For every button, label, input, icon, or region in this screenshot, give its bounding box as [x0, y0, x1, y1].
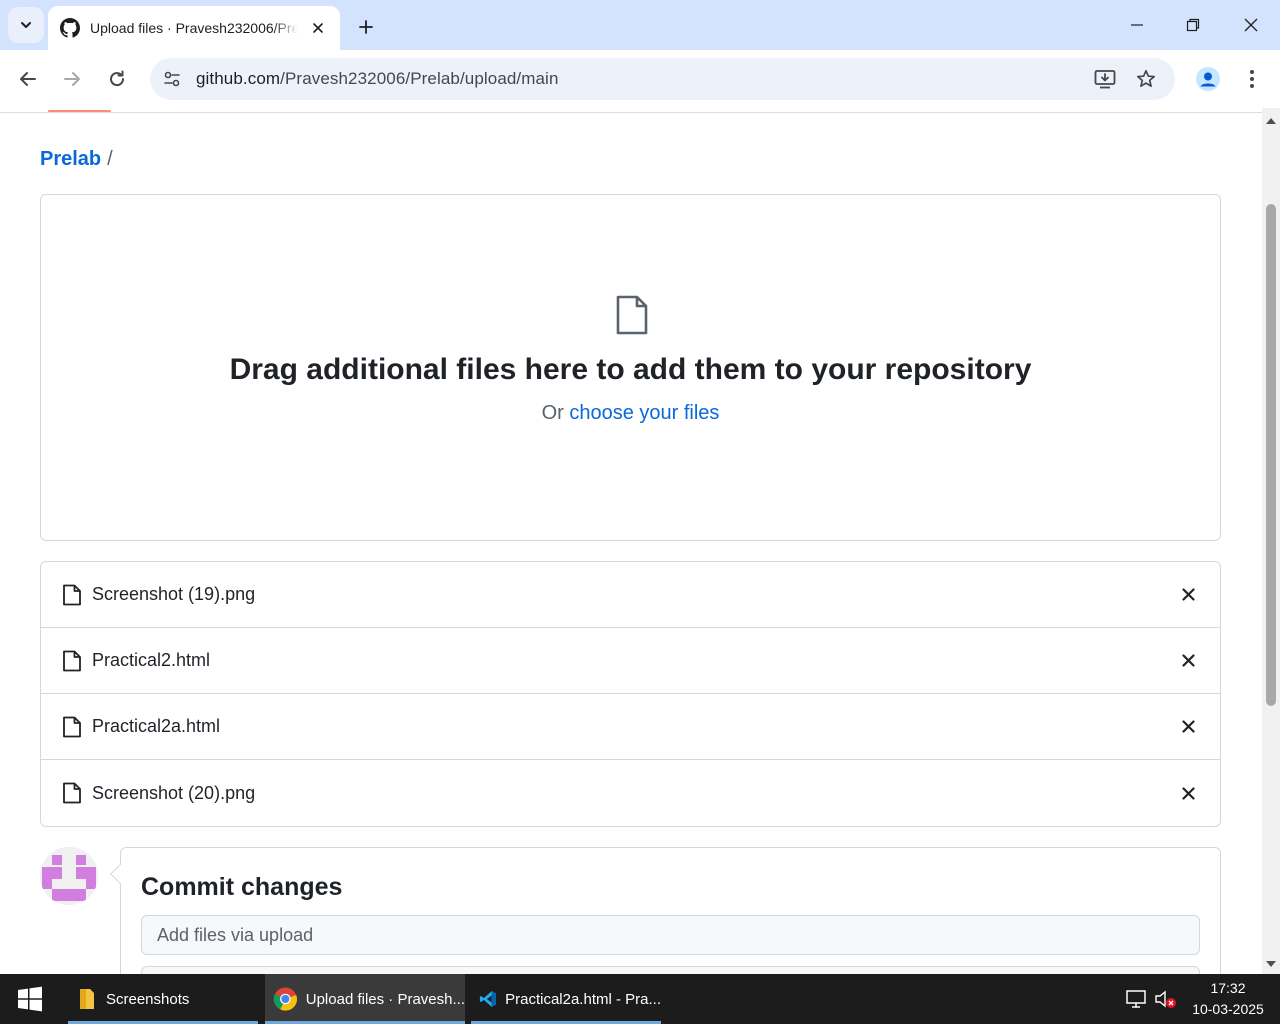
minimize-icon[interactable] — [1122, 10, 1152, 40]
commit-summary-input[interactable] — [141, 915, 1200, 955]
taskbar-item-vscode[interactable]: Practical2a.html - Pra... — [471, 974, 661, 1024]
remove-file-x-icon[interactable] — [1176, 781, 1200, 805]
scroll-down-arrow-icon[interactable] — [1262, 958, 1280, 970]
breadcrumb: Prelab / — [40, 148, 113, 171]
remove-file-x-icon[interactable] — [1176, 715, 1200, 739]
file-row: Screenshot (20).png — [41, 760, 1220, 826]
dropzone-subtitle: Or choose your files — [41, 402, 1220, 425]
volume-muted-icon[interactable] — [1154, 988, 1178, 1010]
page-viewport: Prelab / Drag additional files here to a… — [0, 108, 1262, 974]
file-name: Screenshot (20).png — [92, 782, 256, 803]
remove-file-x-icon[interactable] — [1176, 583, 1200, 607]
scrollbar-thumb[interactable] — [1266, 204, 1276, 706]
dropzone-title: Drag additional files here to add them t… — [229, 353, 1032, 386]
restore-icon[interactable] — [1178, 10, 1208, 40]
file-row: Practical2.html — [41, 628, 1220, 694]
file-icon — [63, 716, 81, 737]
forward-arrow-icon[interactable] — [56, 63, 88, 95]
clock-time: 17:32 — [1210, 980, 1246, 996]
scroll-up-arrow-icon[interactable] — [1262, 114, 1280, 126]
new-tab-plus-icon[interactable] — [352, 13, 380, 41]
breadcrumb-separator: / — [107, 148, 113, 170]
choose-files-link[interactable]: choose your files — [569, 402, 719, 424]
taskbar-item-explorer[interactable]: Screenshots — [68, 974, 258, 1024]
tab-search-button[interactable] — [8, 7, 44, 43]
url-text[interactable]: github.com/Pravesh232006/Prelab/upload/m… — [196, 69, 559, 89]
file-icon — [63, 782, 81, 804]
dropzone-or: Or — [541, 402, 564, 424]
folder-icon — [80, 989, 94, 1009]
file-row: Practical2a.html — [41, 694, 1220, 760]
header-divider — [0, 112, 1262, 113]
taskbar-label: Screenshots — [106, 990, 190, 1008]
url-path: /Pravesh232006/Prelab/upload/main — [280, 69, 559, 88]
browser-menu-icon[interactable] — [1238, 63, 1266, 95]
file-row: Screenshot (19).png — [41, 562, 1220, 628]
network-icon[interactable] — [1124, 988, 1148, 1010]
site-info-tune-icon[interactable] — [154, 61, 190, 97]
remove-file-x-icon[interactable] — [1176, 649, 1200, 673]
commit-description-field[interactable] — [141, 966, 1200, 974]
file-icon — [616, 295, 648, 335]
address-bar[interactable]: github.com/Pravesh232006/Prelab/upload/m… — [150, 58, 1175, 100]
file-dropzone[interactable]: Drag additional files here to add them t… — [40, 194, 1221, 541]
identicon-icon — [40, 847, 98, 905]
file-name: Practical2.html — [92, 650, 211, 670]
file-icon — [63, 584, 81, 605]
taskbar-label: Practical2a.html - Pra... — [505, 990, 661, 1008]
taskbar-item-chrome[interactable]: Upload files · Pravesh... — [265, 974, 465, 1024]
tab-title: Upload files · Pravesh232006/Prelab — [90, 20, 298, 36]
windows-taskbar: Screenshots Upload files · Pravesh... Pr… — [0, 974, 1280, 1024]
page-scrollbar[interactable] — [1262, 108, 1280, 974]
reload-icon[interactable] — [101, 63, 133, 95]
browser-tabstrip: Upload files · Pravesh232006/Prelab — [0, 0, 1280, 50]
back-arrow-icon[interactable] — [12, 63, 44, 95]
file-name: Practical2a.html — [92, 716, 221, 736]
url-host: github.com — [196, 69, 281, 88]
close-window-icon[interactable] — [1236, 10, 1266, 40]
repo-link[interactable]: Prelab — [40, 148, 101, 171]
file-icon — [63, 650, 81, 671]
browser-tab-active[interactable]: Upload files · Pravesh232006/Prelab — [48, 6, 340, 50]
taskbar-label: Upload files · Pravesh... — [305, 990, 465, 1008]
chevron-down-icon — [21, 22, 31, 28]
chrome-icon — [273, 987, 298, 1011]
tab-close-icon[interactable] — [308, 18, 328, 38]
taskbar-clock[interactable]: 17:32 10-03-2025 — [1186, 978, 1270, 1020]
bookmark-star-icon[interactable] — [1130, 63, 1162, 95]
github-icon — [60, 18, 80, 38]
commit-title: Commit changes — [141, 873, 343, 901]
file-name: Screenshot (19).png — [92, 584, 256, 604]
browser-toolbar: github.com/Pravesh232006/Prelab/upload/m… — [0, 50, 1280, 108]
vscode-icon — [479, 991, 496, 1007]
install-app-icon[interactable] — [1089, 63, 1121, 95]
avatar[interactable] — [40, 847, 98, 905]
uploaded-file-list: Screenshot (19).png Practical2.html Prac… — [40, 561, 1221, 827]
windows-start-icon[interactable] — [10, 983, 50, 1015]
profile-avatar-icon[interactable] — [1192, 63, 1224, 95]
clock-date: 10-03-2025 — [1192, 1001, 1264, 1017]
